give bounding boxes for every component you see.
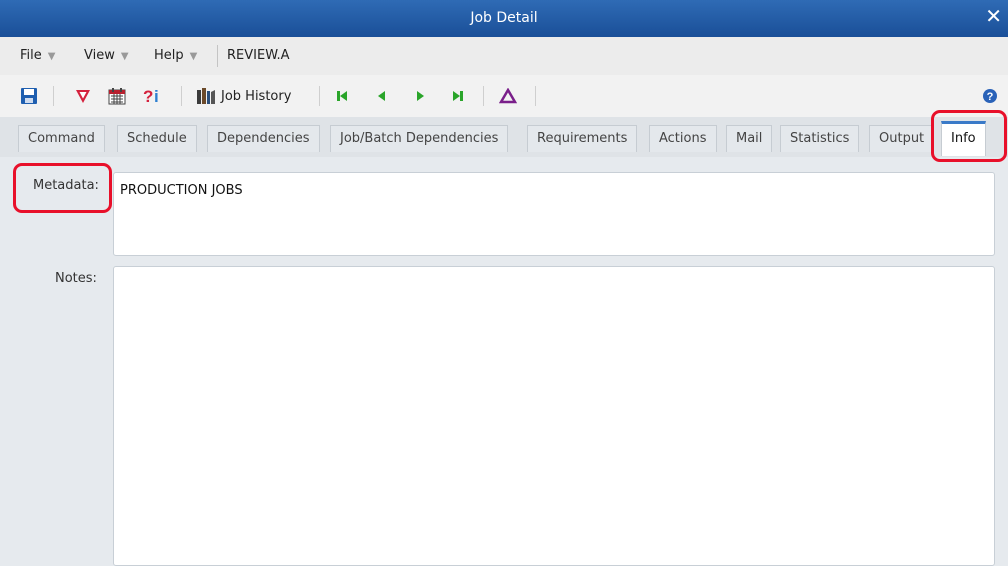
toolbar-divider <box>535 86 536 106</box>
help-info-button[interactable]: ? i <box>140 85 164 107</box>
svg-text:?: ? <box>143 87 153 106</box>
triangle-icon <box>499 88 517 104</box>
svg-text:?: ? <box>987 91 994 103</box>
first-record-button[interactable] <box>333 85 351 107</box>
job-history-label: Job History <box>221 88 292 104</box>
save-button[interactable] <box>18 85 40 107</box>
last-icon <box>453 91 463 101</box>
menu-help-label: Help <box>154 48 184 63</box>
menu-help[interactable]: Help ▼ <box>154 48 197 63</box>
menu-view[interactable]: View ▼ <box>84 48 129 63</box>
tab-output[interactable]: Output <box>869 125 935 152</box>
title-bar: Job Detail ✕ <box>0 0 1008 37</box>
filter-button[interactable] <box>72 85 94 107</box>
svg-text:i: i <box>154 87 159 106</box>
filter-icon <box>76 90 90 103</box>
first-icon <box>337 91 347 101</box>
toolbar-divider <box>181 86 182 106</box>
chevron-down-icon: ▼ <box>47 51 56 62</box>
window-title: Job Detail <box>470 10 538 26</box>
tab-actions[interactable]: Actions <box>649 125 717 152</box>
tab-job-batch-dependencies[interactable]: Job/Batch Dependencies <box>330 125 509 152</box>
menu-file[interactable]: File ▼ <box>20 48 55 63</box>
delta-button[interactable] <box>497 85 519 107</box>
next-record-button[interactable] <box>411 85 429 107</box>
tab-bar: Command Schedule Dependencies Job/Batch … <box>0 117 1008 157</box>
job-name: REVIEW.A <box>227 48 290 63</box>
tab-mail[interactable]: Mail <box>726 125 773 152</box>
notes-label: Notes: <box>55 271 97 286</box>
close-icon[interactable]: ✕ <box>985 6 1002 26</box>
help-button[interactable]: ? <box>980 85 1000 107</box>
notes-field[interactable] <box>113 266 995 566</box>
help-info-icon: ? i <box>143 87 159 106</box>
previous-icon <box>378 91 385 101</box>
metadata-field[interactable]: PRODUCTION JOBS <box>113 172 995 256</box>
tab-command[interactable]: Command <box>18 125 105 152</box>
calendar-icon <box>108 88 126 105</box>
previous-record-button[interactable] <box>373 85 391 107</box>
help-icon: ? <box>983 89 997 103</box>
save-icon <box>21 88 37 104</box>
menu-view-label: View <box>84 48 115 63</box>
tab-requirements[interactable]: Requirements <box>527 125 638 152</box>
books-icon <box>197 88 215 104</box>
chevron-down-icon: ▼ <box>120 51 129 62</box>
toolbar-divider <box>53 86 54 106</box>
tab-schedule[interactable]: Schedule <box>117 125 197 152</box>
tab-info[interactable]: Info <box>941 121 986 156</box>
metadata-value: PRODUCTION JOBS <box>120 183 243 198</box>
tab-dependencies[interactable]: Dependencies <box>207 125 320 152</box>
menu-bar: File ▼ View ▼ Help ▼ REVIEW.A <box>0 37 1008 76</box>
metadata-label: Metadata: <box>33 178 99 193</box>
toolbar-divider <box>319 86 320 106</box>
last-record-button[interactable] <box>449 85 467 107</box>
menu-divider <box>217 45 218 67</box>
job-history-button[interactable]: Job History <box>196 85 304 107</box>
calendar-button[interactable] <box>106 85 128 107</box>
menu-file-label: File <box>20 48 42 63</box>
next-icon <box>417 91 424 101</box>
toolbar-divider <box>483 86 484 106</box>
tab-statistics[interactable]: Statistics <box>780 125 860 152</box>
toolbar: ? i Job History ? <box>0 75 1008 118</box>
info-panel: Metadata: PRODUCTION JOBS Notes: <box>0 157 1008 566</box>
chevron-down-icon: ▼ <box>189 51 198 62</box>
